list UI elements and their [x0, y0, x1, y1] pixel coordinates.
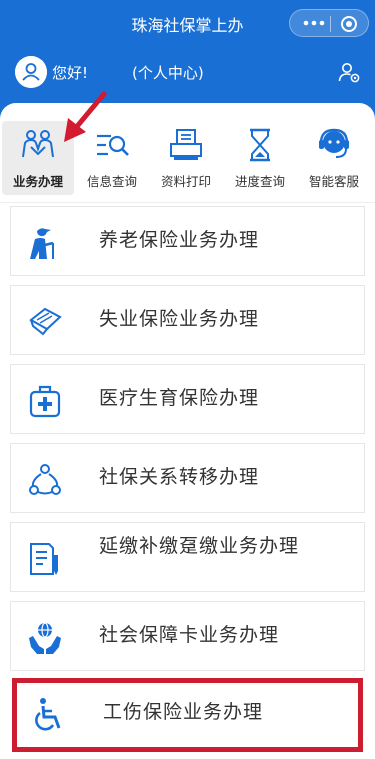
list-item[interactable]: 社会保障卡业务办理: [10, 601, 365, 671]
service-label: 工伤保险业务办理: [103, 701, 264, 723]
service-label: 医疗生育保险办理: [99, 387, 260, 409]
tab-progress[interactable]: 进度查询: [224, 121, 296, 195]
tab-label: 资料打印: [160, 174, 211, 189]
list-item[interactable]: 社保关系转移办理: [10, 443, 365, 513]
red-arrow-annotation: [64, 91, 107, 142]
printer-icon: [170, 129, 202, 160]
document-pen-icon: [30, 543, 58, 575]
headset-agent-icon: [319, 128, 349, 158]
main-panel: 业务办理 信息查询 资料打印 进度查询 智能客服 养老保险业务办理 失业保险业务…: [0, 103, 375, 759]
target-circle-icon[interactable]: [340, 15, 358, 33]
tabs-divider: [0, 202, 375, 203]
tab-label: 智能客服: [308, 174, 359, 189]
hands-globe-icon: [29, 622, 61, 654]
greeting-text: 您好!: [52, 64, 89, 82]
function-tabs: 业务办理 信息查询 资料打印 进度查询 智能客服: [2, 121, 373, 195]
tab-customer-service[interactable]: 智能客服: [298, 121, 370, 195]
tab-print[interactable]: 资料打印: [150, 121, 222, 195]
list-item[interactable]: 失业保险业务办理: [10, 285, 365, 355]
service-label: 延缴补缴趸缴业务办理: [99, 535, 300, 557]
people-handshake-icon: [22, 130, 54, 158]
more-dots-icon[interactable]: [302, 16, 326, 30]
elderly-person-icon: [30, 228, 54, 259]
list-item-highlighted[interactable]: 工伤保险业务办理: [12, 678, 363, 752]
list-item[interactable]: 医疗生育保险办理: [10, 364, 365, 434]
avatar[interactable]: [15, 56, 47, 88]
hourglass-icon: [250, 128, 270, 162]
medical-kit-icon: [29, 385, 61, 418]
user-bar: 您好! (个人中心): [0, 56, 375, 90]
tab-label: 进度查询: [234, 174, 285, 189]
hand-card-icon: [29, 307, 62, 336]
personal-center-link[interactable]: (个人中心): [132, 62, 204, 83]
service-label: 失业保险业务办理: [99, 308, 260, 330]
people-network-icon: [29, 464, 61, 495]
list-item[interactable]: 延缴补缴趸缴业务办理: [10, 522, 365, 592]
service-label: 养老保险业务办理: [99, 229, 260, 251]
service-label: 社会保障卡业务办理: [99, 624, 280, 646]
service-label: 社保关系转移办理: [99, 466, 260, 488]
list-item[interactable]: 养老保险业务办理: [10, 206, 365, 276]
tab-label: 业务办理: [12, 174, 63, 189]
tab-label: 信息查询: [86, 174, 137, 189]
wheelchair-icon: [35, 698, 61, 731]
mini-program-capsule: [289, 9, 369, 37]
capsule-divider: [330, 16, 331, 32]
user-settings-icon[interactable]: [337, 60, 361, 84]
